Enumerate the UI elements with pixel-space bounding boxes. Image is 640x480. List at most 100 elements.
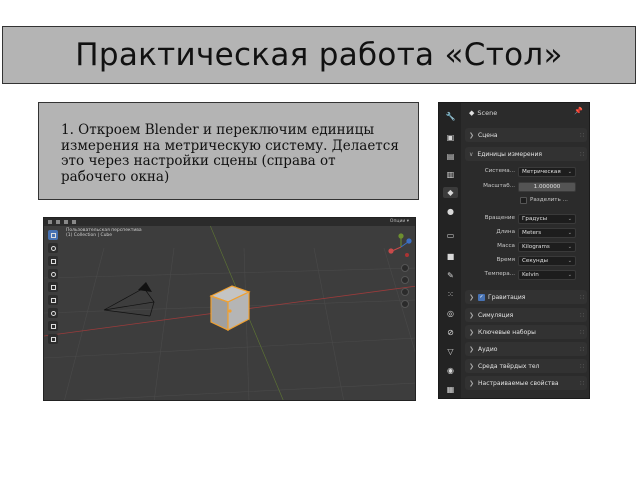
section-rigid-body[interactable]: ❯ Среда твёрдых тел ∷ [465, 359, 587, 373]
slide-title-box: Практическая работа «Стол» [2, 26, 636, 84]
output-tab-icon[interactable]: ▤ [445, 151, 456, 162]
chevron-right-icon: ❯ [469, 311, 475, 319]
section-units[interactable]: ∨ Единицы измерения ∷ [465, 147, 587, 161]
mode-select-icon[interactable] [56, 220, 60, 224]
section-label: Настраиваемые свойства [478, 379, 559, 387]
pan-hand-icon[interactable] [401, 276, 409, 284]
rotation-dropdown[interactable]: Градусы ⌄ [518, 214, 576, 224]
tool-tab-icon[interactable]: 🔧 [445, 111, 456, 122]
rotation-value: Градусы [522, 216, 548, 222]
add-cube-tool-icon[interactable] [48, 334, 58, 344]
camera-view-icon[interactable] [401, 288, 409, 296]
perspective-toggle-icon[interactable] [401, 300, 409, 308]
time-dropdown[interactable]: Секунды ⌄ [518, 256, 576, 266]
view-menu-icon[interactable] [64, 220, 68, 224]
particles-tab-icon[interactable]: ⁙ [445, 289, 456, 300]
drag-handle-icon[interactable]: ∷ [580, 329, 584, 336]
section-label: Симуляция [478, 311, 514, 319]
instruction-text: 1. Откроем Blender и переключим единицы … [61, 122, 399, 185]
time-value: Секунды [522, 258, 548, 264]
drag-handle-icon[interactable]: ∷ [580, 151, 584, 158]
object-tab-icon[interactable]: ■ [445, 251, 456, 262]
properties-editor: 🔧 ▣ ▤ ▥ ◆ ● ▭ ■ ✎ ⁙ ◎ ⊘ ▽ ◉ ▦ ◆ Scene 📌 … [438, 102, 590, 399]
viewport-options[interactable]: Опции ▾ [390, 219, 409, 224]
collection-text: (1) Collection | Cube [66, 233, 113, 238]
drag-handle-icon[interactable]: ∷ [580, 312, 584, 319]
mass-dropdown[interactable]: Kilograms ⌄ [518, 242, 576, 252]
select-tool-icon[interactable] [48, 230, 58, 240]
section-label: Среда твёрдых тел [478, 362, 540, 370]
section-audio[interactable]: ❯ Аудио ∷ [465, 342, 587, 356]
editor-type-icon[interactable] [48, 220, 52, 224]
transform-tool-icon[interactable] [48, 295, 58, 305]
view-layer-tab-icon[interactable]: ▥ [445, 169, 456, 180]
rotation-row: Вращение Градусы ⌄ [463, 214, 587, 225]
pin-icon[interactable]: 📌 [574, 107, 583, 115]
chevron-right-icon: ❯ [469, 293, 475, 301]
cursor-tool-icon[interactable] [48, 243, 58, 253]
viewport-toolbar [48, 230, 60, 347]
section-label: Гравитация [488, 293, 526, 301]
scale-tool-icon[interactable] [48, 282, 58, 292]
time-row: Время Секунды ⌄ [463, 256, 587, 267]
drag-handle-icon[interactable]: ∷ [580, 380, 584, 387]
chevron-right-icon: ❯ [469, 345, 475, 353]
unit-scale-label: Масштаб... [483, 183, 515, 189]
properties-header-label: Scene [477, 109, 498, 117]
mass-row: Масса Kilograms ⌄ [463, 242, 587, 253]
world-tab-icon[interactable]: ● [445, 206, 456, 217]
unit-scale-field[interactable]: 1.000000 [518, 182, 576, 192]
temperature-row: Темпера... Kelvin ⌄ [463, 270, 587, 281]
chevron-down-icon: ⌄ [567, 258, 572, 264]
material-tab-icon[interactable]: ◉ [445, 365, 456, 376]
separate-units-checkbox[interactable] [520, 197, 527, 204]
section-label: Сцена [478, 131, 498, 139]
unit-scale-row: Масштаб... 1.000000 [463, 182, 587, 193]
chevron-down-icon: ⌄ [567, 272, 572, 278]
temperature-label: Темпера... [484, 271, 516, 277]
section-simulation[interactable]: ❯ Симуляция ∷ [465, 308, 587, 322]
blender-viewport[interactable]: Опции ▾ Пользовательская перспектива (1)… [43, 217, 416, 401]
drag-handle-icon[interactable]: ∷ [580, 346, 584, 353]
unit-system-dropdown[interactable]: Метрическая ⌄ [518, 167, 576, 177]
collection-tab-icon[interactable]: ▭ [445, 230, 456, 241]
annotate-tool-icon[interactable] [48, 308, 58, 318]
drag-handle-icon[interactable]: ∷ [580, 363, 584, 370]
drag-handle-icon[interactable]: ∷ [580, 132, 584, 139]
section-keying-sets[interactable]: ❯ Ключевые наборы ∷ [465, 325, 587, 339]
viewport-info: Пользовательская перспектива (1) Collect… [66, 228, 142, 238]
scene-icon: ◆ [469, 109, 475, 117]
section-custom-props[interactable]: ❯ Настраиваемые свойства ∷ [465, 376, 587, 390]
chevron-right-icon: ❯ [469, 362, 475, 370]
section-gravity[interactable]: ❯ ✓ Гравитация ∷ [465, 290, 587, 304]
physics-tab-icon[interactable]: ◎ [445, 308, 456, 319]
section-label: Единицы измерения [477, 150, 543, 158]
move-tool-icon[interactable] [48, 256, 58, 266]
properties-tabs: 🔧 ▣ ▤ ▥ ◆ ● ▭ ■ ✎ ⁙ ◎ ⊘ ▽ ◉ ▦ [439, 103, 461, 398]
chevron-down-icon: ∨ [469, 150, 474, 158]
zoom-icon[interactable] [401, 264, 409, 272]
constraints-tab-icon[interactable]: ⊘ [445, 327, 456, 338]
render-tab-icon[interactable]: ▣ [445, 132, 456, 143]
select-menu-icon[interactable] [72, 220, 76, 224]
section-label: Аудио [478, 345, 498, 353]
chevron-down-icon: ⌄ [567, 230, 572, 236]
temperature-value: Kelvin [522, 272, 539, 278]
temperature-dropdown[interactable]: Kelvin ⌄ [518, 270, 576, 280]
chevron-down-icon: ⌄ [567, 216, 572, 222]
texture-tab-icon[interactable]: ▦ [445, 384, 456, 395]
section-scene[interactable]: ❯ Сцена ∷ [465, 128, 587, 142]
gravity-checkbox[interactable]: ✓ [478, 293, 486, 301]
length-dropdown[interactable]: Meters ⌄ [518, 228, 576, 238]
chevron-down-icon: ⌄ [567, 244, 572, 250]
data-tab-icon[interactable]: ▽ [445, 346, 456, 357]
chevron-right-icon: ❯ [469, 131, 475, 139]
scene-tab-icon[interactable]: ◆ [443, 187, 458, 198]
measure-tool-icon[interactable] [48, 321, 58, 331]
viewport-nav-icons [401, 264, 411, 312]
drag-handle-icon[interactable]: ∷ [580, 294, 584, 301]
modifier-tab-icon[interactable]: ✎ [445, 270, 456, 281]
scene-properties-panel: ◆ Scene 📌 ❯ Сцена ∷ ∨ Единицы измерения … [463, 103, 589, 398]
chevron-right-icon: ❯ [469, 328, 475, 336]
rotate-tool-icon[interactable] [48, 269, 58, 279]
